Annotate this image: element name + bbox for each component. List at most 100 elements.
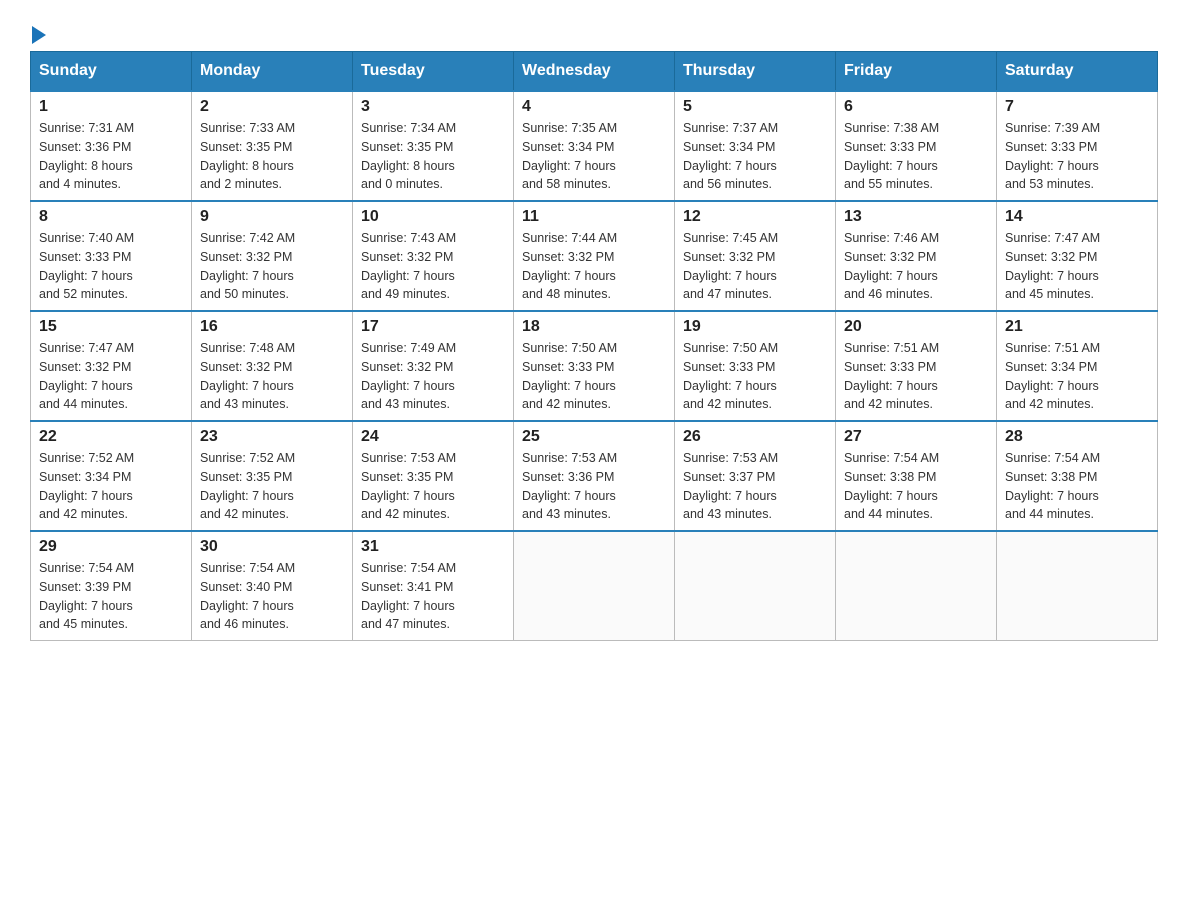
- day-number: 1: [39, 98, 183, 116]
- calendar-week-1: 1 Sunrise: 7:31 AMSunset: 3:36 PMDaylight…: [31, 91, 1158, 201]
- calendar-cell: 4 Sunrise: 7:35 AMSunset: 3:34 PMDaylight…: [514, 91, 675, 201]
- day-number: 24: [361, 428, 505, 446]
- day-info: Sunrise: 7:46 AMSunset: 3:32 PMDaylight:…: [844, 229, 988, 304]
- calendar-cell: 6 Sunrise: 7:38 AMSunset: 3:33 PMDaylight…: [836, 91, 997, 201]
- day-info: Sunrise: 7:42 AMSunset: 3:32 PMDaylight:…: [200, 229, 344, 304]
- day-number: 2: [200, 98, 344, 116]
- day-info: Sunrise: 7:47 AMSunset: 3:32 PMDaylight:…: [1005, 229, 1149, 304]
- calendar-cell: 13 Sunrise: 7:46 AMSunset: 3:32 PMDayligh…: [836, 201, 997, 311]
- calendar-cell: 21 Sunrise: 7:51 AMSunset: 3:34 PMDayligh…: [997, 311, 1158, 421]
- weekday-header-sunday: Sunday: [31, 52, 192, 92]
- day-info: Sunrise: 7:54 AMSunset: 3:40 PMDaylight:…: [200, 559, 344, 634]
- calendar-cell: 2 Sunrise: 7:33 AMSunset: 3:35 PMDaylight…: [192, 91, 353, 201]
- day-number: 14: [1005, 208, 1149, 226]
- day-number: 19: [683, 318, 827, 336]
- day-info: Sunrise: 7:49 AMSunset: 3:32 PMDaylight:…: [361, 339, 505, 414]
- calendar-cell: 23 Sunrise: 7:52 AMSunset: 3:35 PMDayligh…: [192, 421, 353, 531]
- calendar-cell: 11 Sunrise: 7:44 AMSunset: 3:32 PMDayligh…: [514, 201, 675, 311]
- day-info: Sunrise: 7:54 AMSunset: 3:41 PMDaylight:…: [361, 559, 505, 634]
- weekday-header-thursday: Thursday: [675, 52, 836, 92]
- day-info: Sunrise: 7:54 AMSunset: 3:38 PMDaylight:…: [844, 449, 988, 524]
- day-number: 12: [683, 208, 827, 226]
- calendar-cell: 15 Sunrise: 7:47 AMSunset: 3:32 PMDayligh…: [31, 311, 192, 421]
- weekday-header-row: SundayMondayTuesdayWednesdayThursdayFrid…: [31, 52, 1158, 92]
- calendar-cell: 26 Sunrise: 7:53 AMSunset: 3:37 PMDayligh…: [675, 421, 836, 531]
- calendar-cell: [514, 531, 675, 641]
- day-number: 3: [361, 98, 505, 116]
- calendar-cell: 29Sunrise: 7:54 AMSunset: 3:39 PMDayligh…: [31, 531, 192, 641]
- calendar-cell: 30 Sunrise: 7:54 AMSunset: 3:40 PMDayligh…: [192, 531, 353, 641]
- calendar-cell: 27 Sunrise: 7:54 AMSunset: 3:38 PMDayligh…: [836, 421, 997, 531]
- day-info: Sunrise: 7:54 AMSunset: 3:38 PMDaylight:…: [1005, 449, 1149, 524]
- day-info: Sunrise: 7:51 AMSunset: 3:33 PMDaylight:…: [844, 339, 988, 414]
- day-number: 13: [844, 208, 988, 226]
- day-number: 31: [361, 538, 505, 556]
- day-number: 8: [39, 208, 183, 226]
- page-header: [30, 20, 1158, 41]
- logo-arrow-icon: [32, 26, 46, 44]
- calendar-cell: 1 Sunrise: 7:31 AMSunset: 3:36 PMDaylight…: [31, 91, 192, 201]
- weekday-header-monday: Monday: [192, 52, 353, 92]
- day-info: Sunrise: 7:34 AMSunset: 3:35 PMDaylight:…: [361, 119, 505, 194]
- calendar-cell: 5 Sunrise: 7:37 AMSunset: 3:34 PMDaylight…: [675, 91, 836, 201]
- calendar-week-5: 29Sunrise: 7:54 AMSunset: 3:39 PMDayligh…: [31, 531, 1158, 641]
- day-number: 30: [200, 538, 344, 556]
- day-info: Sunrise: 7:53 AMSunset: 3:36 PMDaylight:…: [522, 449, 666, 524]
- day-number: 26: [683, 428, 827, 446]
- calendar-table: SundayMondayTuesdayWednesdayThursdayFrid…: [30, 51, 1158, 641]
- calendar-week-4: 22Sunrise: 7:52 AMSunset: 3:34 PMDayligh…: [31, 421, 1158, 531]
- day-number: 10: [361, 208, 505, 226]
- day-info: Sunrise: 7:35 AMSunset: 3:34 PMDaylight:…: [522, 119, 666, 194]
- day-number: 28: [1005, 428, 1149, 446]
- calendar-cell: 22Sunrise: 7:52 AMSunset: 3:34 PMDayligh…: [31, 421, 192, 531]
- calendar-cell: 20Sunrise: 7:51 AMSunset: 3:33 PMDayligh…: [836, 311, 997, 421]
- logo: [30, 20, 46, 41]
- day-number: 7: [1005, 98, 1149, 116]
- day-number: 5: [683, 98, 827, 116]
- day-info: Sunrise: 7:50 AMSunset: 3:33 PMDaylight:…: [683, 339, 827, 414]
- day-info: Sunrise: 7:48 AMSunset: 3:32 PMDaylight:…: [200, 339, 344, 414]
- day-info: Sunrise: 7:43 AMSunset: 3:32 PMDaylight:…: [361, 229, 505, 304]
- calendar-cell: 14 Sunrise: 7:47 AMSunset: 3:32 PMDayligh…: [997, 201, 1158, 311]
- day-info: Sunrise: 7:44 AMSunset: 3:32 PMDaylight:…: [522, 229, 666, 304]
- day-info: Sunrise: 7:47 AMSunset: 3:32 PMDaylight:…: [39, 339, 183, 414]
- day-info: Sunrise: 7:50 AMSunset: 3:33 PMDaylight:…: [522, 339, 666, 414]
- calendar-cell: [675, 531, 836, 641]
- day-info: Sunrise: 7:52 AMSunset: 3:34 PMDaylight:…: [39, 449, 183, 524]
- day-number: 21: [1005, 318, 1149, 336]
- day-info: Sunrise: 7:33 AMSunset: 3:35 PMDaylight:…: [200, 119, 344, 194]
- calendar-cell: 25Sunrise: 7:53 AMSunset: 3:36 PMDayligh…: [514, 421, 675, 531]
- day-info: Sunrise: 7:40 AMSunset: 3:33 PMDaylight:…: [39, 229, 183, 304]
- calendar-week-3: 15 Sunrise: 7:47 AMSunset: 3:32 PMDayligh…: [31, 311, 1158, 421]
- weekday-header-wednesday: Wednesday: [514, 52, 675, 92]
- calendar-cell: 16 Sunrise: 7:48 AMSunset: 3:32 PMDayligh…: [192, 311, 353, 421]
- day-number: 27: [844, 428, 988, 446]
- calendar-cell: 12Sunrise: 7:45 AMSunset: 3:32 PMDayligh…: [675, 201, 836, 311]
- day-info: Sunrise: 7:37 AMSunset: 3:34 PMDaylight:…: [683, 119, 827, 194]
- calendar-cell: 9Sunrise: 7:42 AMSunset: 3:32 PMDaylight…: [192, 201, 353, 311]
- calendar-cell: 7Sunrise: 7:39 AMSunset: 3:33 PMDaylight…: [997, 91, 1158, 201]
- day-number: 18: [522, 318, 666, 336]
- day-number: 4: [522, 98, 666, 116]
- day-info: Sunrise: 7:53 AMSunset: 3:35 PMDaylight:…: [361, 449, 505, 524]
- calendar-cell: 18 Sunrise: 7:50 AMSunset: 3:33 PMDayligh…: [514, 311, 675, 421]
- day-info: Sunrise: 7:53 AMSunset: 3:37 PMDaylight:…: [683, 449, 827, 524]
- calendar-cell: 8 Sunrise: 7:40 AMSunset: 3:33 PMDaylight…: [31, 201, 192, 311]
- day-info: Sunrise: 7:52 AMSunset: 3:35 PMDaylight:…: [200, 449, 344, 524]
- calendar-week-2: 8 Sunrise: 7:40 AMSunset: 3:33 PMDaylight…: [31, 201, 1158, 311]
- calendar-cell: 28 Sunrise: 7:54 AMSunset: 3:38 PMDayligh…: [997, 421, 1158, 531]
- day-number: 23: [200, 428, 344, 446]
- day-number: 15: [39, 318, 183, 336]
- day-number: 11: [522, 208, 666, 226]
- day-info: Sunrise: 7:38 AMSunset: 3:33 PMDaylight:…: [844, 119, 988, 194]
- day-info: Sunrise: 7:51 AMSunset: 3:34 PMDaylight:…: [1005, 339, 1149, 414]
- day-info: Sunrise: 7:54 AMSunset: 3:39 PMDaylight:…: [39, 559, 183, 634]
- calendar-cell: 10 Sunrise: 7:43 AMSunset: 3:32 PMDayligh…: [353, 201, 514, 311]
- calendar-cell: 3 Sunrise: 7:34 AMSunset: 3:35 PMDaylight…: [353, 91, 514, 201]
- day-info: Sunrise: 7:31 AMSunset: 3:36 PMDaylight:…: [39, 119, 183, 194]
- weekday-header-saturday: Saturday: [997, 52, 1158, 92]
- day-number: 6: [844, 98, 988, 116]
- calendar-cell: [997, 531, 1158, 641]
- day-number: 16: [200, 318, 344, 336]
- day-number: 17: [361, 318, 505, 336]
